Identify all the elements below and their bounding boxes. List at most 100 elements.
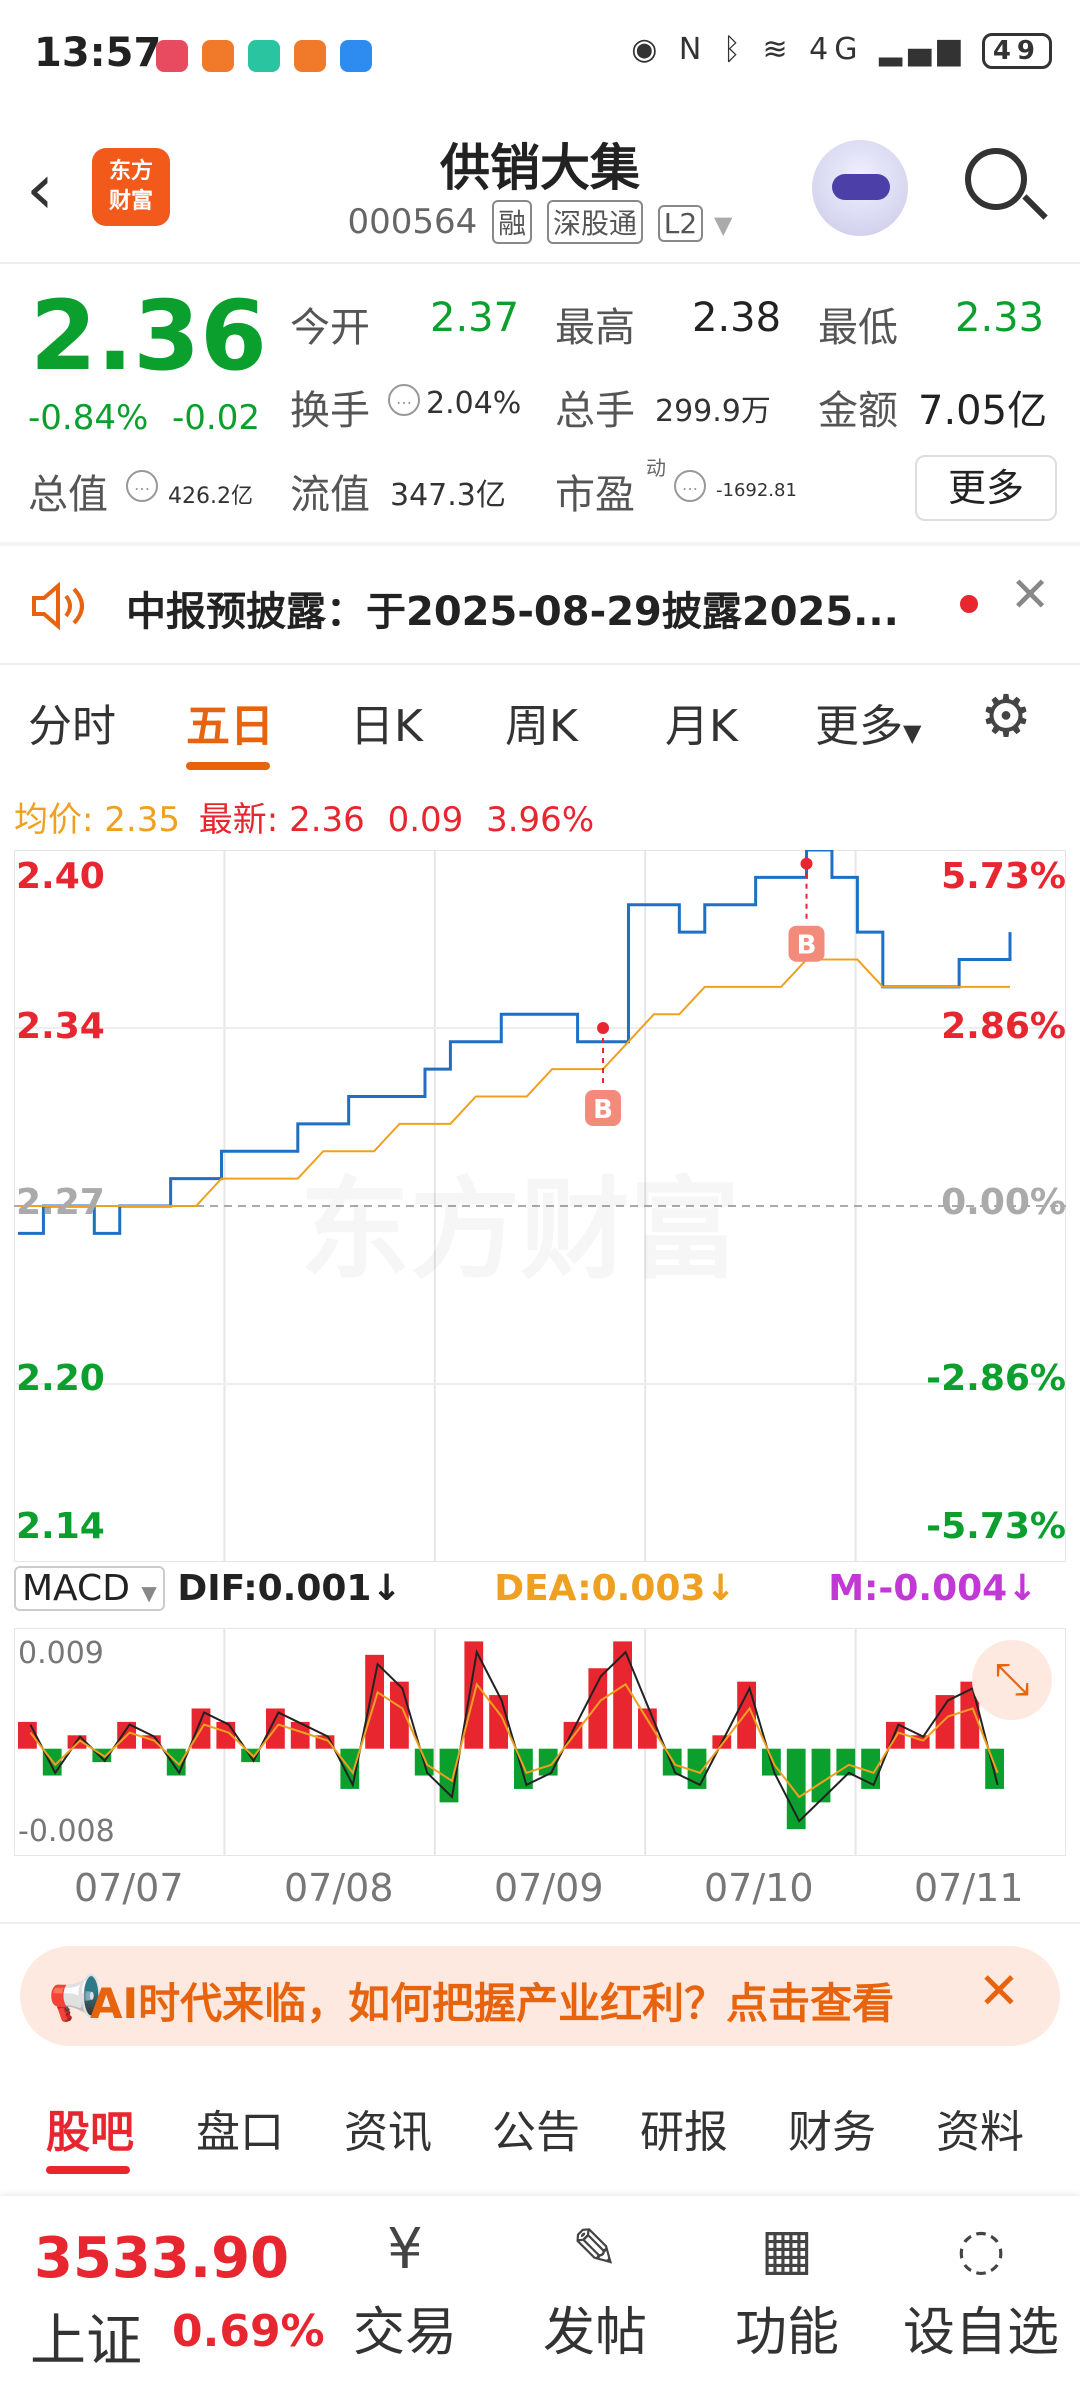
open-stat: 今开 <box>290 295 370 353</box>
pe-superscript: 动 <box>646 456 666 480</box>
wifi-icon: ≋ <box>762 32 794 67</box>
status-bar: 13:57 ◉ N ᛒ ≋ 4G ▂▄▆ 49 <box>0 0 1080 115</box>
subtab-finance[interactable]: 财务 <box>788 2096 876 2160</box>
dif-label: DIF:0.001↓ <box>177 1568 402 1609</box>
macd-chart[interactable] <box>14 1628 1066 1856</box>
close-icon[interactable]: ✕ <box>978 1962 1020 2020</box>
subtab-orderbook[interactable]: 盘口 <box>196 2096 284 2160</box>
divider <box>0 262 1080 264</box>
signal-icon: ▂▄▆ <box>879 32 967 67</box>
subtab-profile[interactable]: 资料 <box>936 2096 1024 2160</box>
latest-value: 2.36 <box>289 800 365 840</box>
gear-icon[interactable]: ⚙ <box>980 682 1032 750</box>
macd-selector[interactable]: MACD ▼ <box>14 1566 165 1611</box>
promo-banner[interactable]: 📢 AI时代来临，如何把握产业红利？点击查看 ✕ <box>20 1946 1060 2046</box>
eye-icon: ◉ <box>631 32 664 67</box>
notice-bar[interactable]: 中报预披露：于2025-08-29披露2025... ✕ <box>0 545 1080 663</box>
tab-active-indicator <box>186 762 270 770</box>
high-label: 最高 <box>555 305 635 351</box>
tab-more[interactable]: 更多▼ <box>815 690 921 754</box>
index-name[interactable]: 上证 <box>30 2296 142 2377</box>
tab-five-day[interactable]: 五日 <box>186 690 274 754</box>
float-value: 347.3亿 <box>390 478 506 513</box>
status-time: 13:57 <box>34 30 162 76</box>
nav-label: 发帖 <box>542 2303 647 2363</box>
index-pct: 0.69% <box>172 2306 325 2357</box>
nav-label: 交易 <box>352 2303 457 2363</box>
x-tick: 07/08 <box>284 1866 394 1910</box>
subtab-research[interactable]: 研报 <box>640 2096 728 2160</box>
x-tick: 07/07 <box>74 1866 184 1910</box>
turnover-label: 换手 <box>290 388 370 434</box>
stock-name: 供销大集 <box>440 139 640 197</box>
grid-icon: ▦ <box>760 2217 814 2282</box>
avg-value: 2.35 <box>104 800 180 840</box>
avg-label: 均价: <box>14 800 94 840</box>
info-icon[interactable]: … <box>126 470 158 502</box>
macd-selector-label: MACD <box>22 1568 130 1609</box>
macd-bar <box>985 1748 1004 1789</box>
stock-code-row[interactable]: 000564 融 深股通 L2 ▼ <box>0 200 1080 244</box>
dea-label: DEA:0.003↓ <box>494 1568 736 1609</box>
send-app-icon <box>202 40 234 72</box>
y-left-tick: 2.27 <box>16 1182 105 1223</box>
info-icon[interactable]: … <box>674 470 706 502</box>
nav-post-button[interactable]: ✎ 发帖 <box>520 2210 670 2365</box>
cat-app-icon <box>248 40 280 72</box>
open-label: 今开 <box>290 305 370 351</box>
tab-intraday[interactable]: 分时 <box>28 690 116 754</box>
close-icon[interactable]: ✕ <box>1010 567 1050 623</box>
divider <box>0 1922 1080 1924</box>
yen-exchange-icon: ¥ <box>387 2217 423 2282</box>
y-right-tick: 2.86% <box>941 1006 1066 1047</box>
ai-assistant-avatar[interactable] <box>812 140 908 236</box>
divider <box>0 663 1080 665</box>
dif-line <box>29 1649 999 1823</box>
promo-text: AI时代来临，如何把握产业红利？点击查看 <box>90 1979 895 2028</box>
x-tick: 07/10 <box>704 1866 814 1910</box>
nav-functions-button[interactable]: ▦ 功能 <box>712 2210 862 2365</box>
system-icons: ◉ N ᛒ ≋ 4G ▂▄▆ 49 <box>631 32 1052 69</box>
turnover-value: 2.04% <box>426 386 522 421</box>
watermark: 东方财富 <box>300 1140 740 1300</box>
search-icon[interactable] <box>965 148 1027 210</box>
tab-daily-k[interactable]: 日K <box>350 690 423 754</box>
y-left-tick: 2.40 <box>16 856 105 897</box>
info-icon[interactable]: … <box>388 384 420 416</box>
index-value[interactable]: 3533.90 <box>34 2226 289 2291</box>
signal-label: 4G <box>809 32 864 67</box>
nav-add-watchlist-button[interactable]: ◌ 设自选 <box>892 2210 1070 2365</box>
speaker-icon <box>32 581 84 631</box>
nav-trade-button[interactable]: ¥ 交易 <box>330 2210 480 2365</box>
battery-icon: 49 <box>981 33 1052 69</box>
macd-bottom-label: -0.008 <box>18 1814 115 1849</box>
x-tick: 07/09 <box>494 1866 604 1910</box>
mktcap-label: 总值 <box>28 472 108 518</box>
dropdown-icon: ▼ <box>141 1581 157 1605</box>
macd-top-label: 0.009 <box>18 1636 104 1671</box>
macd-bar <box>538 1748 558 1776</box>
buy-marker-label: B <box>593 1095 613 1125</box>
compose-icon: ✎ <box>571 2217 619 2282</box>
stock-code: 000564 <box>347 202 478 242</box>
expand-icon[interactable]: ⤡ <box>972 1640 1052 1720</box>
amount-label: 金额 <box>818 388 898 434</box>
notice-text: 中报预披露：于2025-08-29披露2025... <box>126 589 899 635</box>
subtab-announcements[interactable]: 公告 <box>492 2096 580 2160</box>
subtab-news[interactable]: 资讯 <box>344 2096 432 2160</box>
tab-weekly-k[interactable]: 周K <box>505 690 578 754</box>
y-right-tick: 5.73% <box>941 856 1066 897</box>
subtab-forum[interactable]: 股吧 <box>46 2096 134 2160</box>
more-stats-button[interactable]: 更多 <box>915 455 1057 521</box>
dropdown-icon[interactable]: ▼ <box>714 211 732 239</box>
tab-more-label: 更多 <box>815 701 903 752</box>
pe-label: 市盈 <box>555 472 635 518</box>
macd-header: MACD ▼ DIF:0.001↓ DEA:0.003↓ M:-0.004↓ <box>14 1566 1037 1611</box>
low-label: 最低 <box>818 305 898 351</box>
m-label: M:-0.004↓ <box>828 1568 1038 1609</box>
unread-dot <box>960 595 978 613</box>
bluetooth-icon: ᛒ <box>722 32 747 67</box>
tab-monthly-k[interactable]: 月K <box>665 690 738 754</box>
current-price: 2.36 <box>30 280 267 392</box>
chat-dots-icon: ◌ <box>956 2217 1006 2282</box>
